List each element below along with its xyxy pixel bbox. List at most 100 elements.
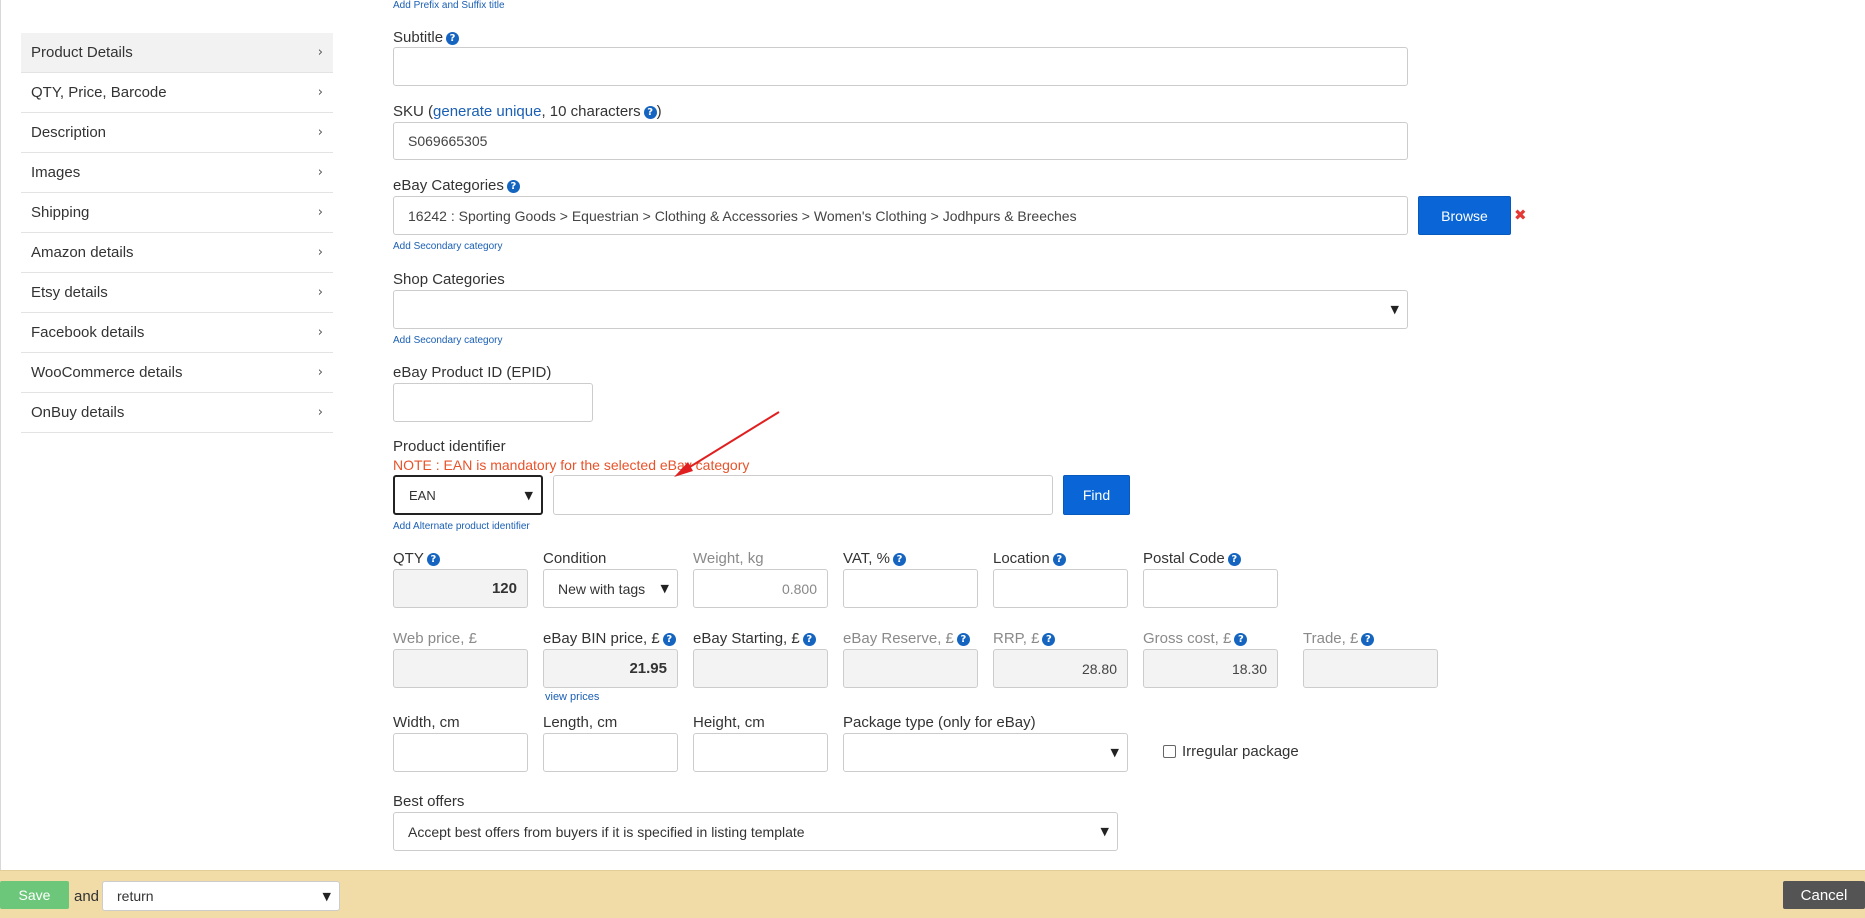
shop-categories-label: Shop Categories	[393, 271, 505, 288]
subtitle-input[interactable]	[393, 47, 1408, 86]
chevron-right-icon: ›	[317, 45, 323, 60]
sidebar-item-woocommerce-details[interactable]: WooCommerce details ›	[21, 353, 333, 393]
qty-label: QTY?	[393, 550, 440, 567]
help-icon[interactable]: ?	[892, 553, 906, 566]
postal-code-input[interactable]	[1143, 569, 1278, 608]
sidebar-item-qty-price-barcode[interactable]: QTY, Price, Barcode ›	[21, 73, 333, 113]
epid-input[interactable]	[393, 383, 593, 422]
epid-label: eBay Product ID (EPID)	[393, 364, 552, 381]
vat-input[interactable]	[843, 569, 978, 608]
trade-label: Trade, £?	[1303, 630, 1375, 647]
help-icon[interactable]: ?	[662, 633, 676, 646]
add-prefix-suffix-link[interactable]: Add Prefix and Suffix title	[393, 0, 505, 11]
sidebar-item-facebook-details[interactable]: Facebook details ›	[21, 313, 333, 353]
help-icon[interactable]: ?	[802, 633, 816, 646]
sidebar-item-images[interactable]: Images ›	[21, 153, 333, 193]
help-icon[interactable]: ?	[1227, 553, 1241, 566]
ebay-category-input[interactable]: 16242 : Sporting Goods > Equestrian > Cl…	[393, 196, 1408, 235]
chevron-down-icon: ▼	[1390, 303, 1399, 316]
identifier-type-select[interactable]: EAN ▼	[393, 475, 543, 515]
after-save-action-select[interactable]: return ▼	[102, 881, 340, 911]
sidebar-item-onbuy-details[interactable]: OnBuy details ›	[21, 393, 333, 433]
chevron-right-icon: ›	[317, 285, 323, 300]
web-price-input[interactable]	[393, 649, 528, 688]
help-icon[interactable]: ?	[1361, 633, 1375, 646]
trade-input[interactable]	[1303, 649, 1438, 688]
view-prices-link[interactable]: view prices	[545, 691, 599, 703]
chevron-down-icon: ▼	[1110, 746, 1119, 759]
page-left-border	[0, 0, 1, 870]
chevron-right-icon: ›	[317, 405, 323, 420]
sidebar-item-label: Amazon details	[31, 244, 134, 261]
sku-label-suffix: , 10 characters	[541, 103, 641, 120]
help-icon[interactable]: ?	[643, 106, 657, 119]
irregular-package-checkbox[interactable]	[1163, 745, 1176, 758]
sidebar-item-description[interactable]: Description ›	[21, 113, 333, 153]
sidebar-item-label: WooCommerce details	[31, 364, 183, 381]
and-label: and	[74, 888, 100, 905]
gross-cost-input[interactable]: 18.30	[1143, 649, 1278, 688]
help-icon[interactable]: ?	[1052, 553, 1066, 566]
best-offers-select[interactable]: Accept best offers from buyers if it is …	[393, 812, 1118, 851]
condition-label: Condition	[543, 550, 607, 567]
sku-label-close: )	[656, 103, 662, 120]
chevron-right-icon: ›	[317, 85, 323, 100]
help-icon[interactable]: ?	[1042, 633, 1056, 646]
gross-cost-label: Gross cost, £?	[1143, 630, 1248, 647]
package-type-select[interactable]: ▼	[843, 733, 1128, 772]
chevron-right-icon: ›	[317, 365, 323, 380]
ebay-reserve-label: eBay Reserve, £?	[843, 630, 970, 647]
width-input[interactable]	[393, 733, 528, 772]
help-icon[interactable]: ?	[1234, 633, 1248, 646]
best-offers-label: Best offers	[393, 793, 465, 810]
help-icon[interactable]: ?	[426, 553, 440, 566]
identifier-value-input[interactable]	[553, 475, 1053, 515]
sidebar-item-label: QTY, Price, Barcode	[31, 84, 167, 101]
sidebar-item-label: Etsy details	[31, 284, 108, 301]
help-icon[interactable]: ?	[956, 633, 970, 646]
sku-label-prefix: SKU (	[393, 103, 434, 120]
find-button[interactable]: Find	[1063, 475, 1130, 515]
ebay-bin-price-label: eBay BIN price, £?	[543, 630, 676, 647]
help-icon[interactable]: ?	[446, 32, 460, 45]
ebay-reserve-input[interactable]	[843, 649, 978, 688]
rrp-input[interactable]: 28.80	[993, 649, 1128, 688]
subtitle-label-text: Subtitle	[393, 29, 444, 46]
remove-category-icon[interactable]: ✖	[1514, 206, 1527, 224]
help-icon[interactable]: ?	[506, 180, 520, 193]
generate-unique-link[interactable]: generate unique	[433, 103, 541, 120]
sku-label: SKU (generate unique, 10 characters?)	[393, 103, 662, 120]
add-secondary-shop-category-link[interactable]: Add Secondary category	[393, 335, 503, 346]
condition-select[interactable]: New with tags ▼	[543, 569, 678, 608]
web-price-label: Web price, £	[393, 630, 477, 647]
rrp-label: RRP, £?	[993, 630, 1056, 647]
location-input[interactable]	[993, 569, 1128, 608]
ebay-starting-label: eBay Starting, £?	[693, 630, 816, 647]
sidebar-item-etsy-details[interactable]: Etsy details ›	[21, 273, 333, 313]
cancel-button[interactable]: Cancel	[1783, 881, 1865, 909]
irregular-package-field: Irregular package	[1163, 743, 1299, 760]
length-input[interactable]	[543, 733, 678, 772]
sidebar-item-amazon-details[interactable]: Amazon details ›	[21, 233, 333, 273]
height-label: Height, cm	[693, 714, 765, 731]
height-input[interactable]	[693, 733, 828, 772]
gross-cost-label-text: Gross cost, £	[1143, 630, 1232, 647]
sidebar-item-shipping[interactable]: Shipping ›	[21, 193, 333, 233]
browse-button[interactable]: Browse	[1418, 196, 1511, 235]
location-label-text: Location	[993, 550, 1050, 567]
ebay-bin-price-input[interactable]: 21.95	[543, 649, 678, 688]
qty-input[interactable]: 120	[393, 569, 528, 608]
shop-categories-select[interactable]: ▼	[393, 290, 1408, 329]
ebay-starting-input[interactable]	[693, 649, 828, 688]
ebay-reserve-label-text: eBay Reserve, £	[843, 630, 954, 647]
sku-input[interactable]: S069665305	[393, 122, 1408, 160]
sidebar-item-label: OnBuy details	[31, 404, 125, 421]
sidebar-item-product-details[interactable]: Product Details ›	[21, 33, 333, 73]
subtitle-label: Subtitle?	[393, 29, 460, 46]
add-alternate-identifier-link[interactable]: Add Alternate product identifier	[393, 521, 530, 532]
add-secondary-category-link[interactable]: Add Secondary category	[393, 241, 503, 252]
save-button[interactable]: Save	[0, 881, 69, 909]
weight-input[interactable]: 0.800	[693, 569, 828, 608]
postal-code-label-text: Postal Code	[1143, 550, 1225, 567]
chevron-down-icon: ▼	[1100, 825, 1109, 838]
